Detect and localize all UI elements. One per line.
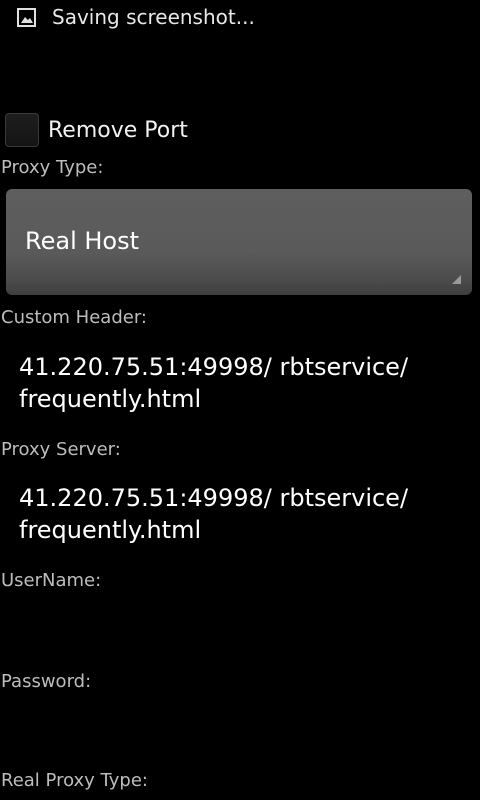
- custom-header-label: Custom Header:: [1, 307, 147, 328]
- dropdown-corner-icon: [452, 275, 461, 284]
- custom-header-value-line1: 41.220.75.51:49998/ rbtservice/: [19, 353, 409, 381]
- proxy-server-value-line1: 41.220.75.51:49998/ rbtservice/: [19, 484, 409, 512]
- remove-port-label[interactable]: Remove Port: [48, 118, 188, 143]
- real-proxy-type-label: Real Proxy Type:: [1, 770, 148, 791]
- custom-header-value-line2: frequently.html: [19, 385, 202, 413]
- status-bar: Saving screenshot...: [0, 0, 480, 38]
- custom-header-value[interactable]: 41.220.75.51:49998/ rbtservice/ frequent…: [19, 351, 459, 415]
- proxy-type-spinner[interactable]: Real Host: [6, 189, 472, 295]
- proxy-server-value-line2: frequently.html: [19, 516, 202, 544]
- remove-port-checkbox[interactable]: [5, 113, 39, 147]
- status-notification-text: Saving screenshot...: [52, 5, 255, 29]
- password-label: Password:: [1, 671, 92, 692]
- username-field[interactable]: [19, 610, 459, 650]
- proxy-type-selected-value: Real Host: [25, 227, 140, 255]
- proxy-type-label: Proxy Type:: [1, 157, 104, 178]
- proxy-server-value[interactable]: 41.220.75.51:49998/ rbtservice/ frequent…: [19, 482, 459, 546]
- remove-port-row[interactable]: Remove Port: [5, 111, 188, 149]
- password-field[interactable]: [19, 711, 459, 751]
- image-icon: [17, 8, 36, 27]
- proxy-server-label: Proxy Server:: [1, 439, 121, 460]
- username-label: UserName:: [1, 570, 102, 591]
